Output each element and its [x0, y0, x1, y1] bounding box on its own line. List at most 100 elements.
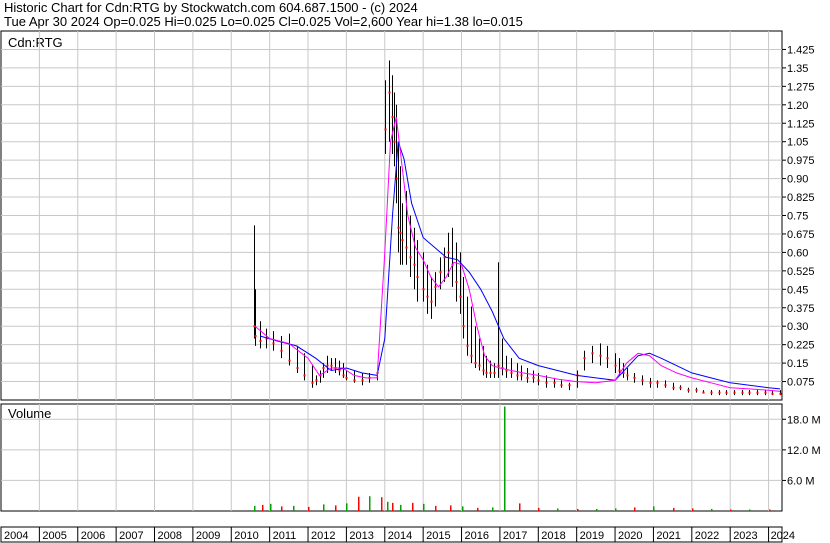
price-y-tick-label: 0.075: [787, 377, 815, 389]
volume-bar: [387, 501, 389, 511]
close-dot: [520, 374, 523, 377]
close-dot: [606, 357, 609, 360]
close-dot: [459, 295, 462, 298]
close-dot: [434, 285, 437, 288]
close-dot: [388, 91, 391, 94]
volume-bar: [519, 503, 521, 511]
close-dot: [391, 116, 394, 119]
close-dot: [482, 369, 485, 372]
volume-bar: [462, 506, 464, 511]
close-dot: [422, 288, 425, 291]
close-dot: [280, 349, 283, 352]
close-dot: [361, 379, 364, 382]
volume-bar: [335, 505, 337, 511]
close-dot: [614, 364, 617, 367]
price-y-tick-label: 0.30: [787, 321, 808, 333]
year-x-axis: 2004 2005 2006 2007 2008 2009 2010 2011 2012 2013…: [4, 527, 795, 542]
close-dot: [626, 374, 629, 377]
year-tick-label: 2021: [656, 530, 680, 542]
volume-bar: [450, 505, 452, 511]
price-y-tick-label: 1.35: [787, 63, 808, 75]
close-dot: [656, 381, 659, 384]
price-y-tick-label: 1.425: [787, 44, 815, 56]
volume-bar: [730, 509, 732, 511]
price-y-tick-label: 1.275: [787, 81, 815, 93]
close-dot: [545, 381, 548, 384]
close-dot: [413, 263, 416, 266]
close-dot: [430, 300, 433, 303]
year-tick-label: 2008: [158, 530, 182, 542]
close-dot: [455, 280, 458, 283]
close-dot: [259, 339, 262, 342]
close-dot: [326, 364, 329, 367]
close-dot: [315, 379, 318, 382]
close-dot: [426, 295, 429, 298]
volume-bar: [358, 496, 360, 511]
volume-bar: [653, 506, 655, 511]
price-grid: [1, 31, 782, 400]
year-tick-label: 2005: [42, 530, 66, 542]
close-dot: [741, 391, 744, 394]
close-dot: [725, 391, 728, 394]
year-tick-label: 2017: [503, 530, 527, 542]
close-dot: [664, 384, 667, 387]
price-y-tick-label: 0.75: [787, 211, 808, 223]
year-tick-label: 2022: [695, 530, 719, 542]
volume-y-tick-label: 6.0 M: [787, 475, 815, 487]
close-dot: [748, 391, 751, 394]
volume-bar: [412, 502, 414, 511]
close-dot: [303, 374, 306, 377]
close-dot: [439, 271, 442, 274]
year-tick-label: 2024: [771, 530, 795, 542]
year-tick-label: 2012: [311, 530, 335, 542]
volume-bar: [381, 497, 383, 511]
year-tick-label: 2020: [618, 530, 642, 542]
close-dot: [710, 391, 713, 394]
volume-bar: [615, 508, 617, 511]
price-y-tick-label: 0.675: [787, 229, 815, 241]
close-dot: [764, 391, 767, 394]
year-tick-label: 2019: [580, 530, 604, 542]
volume-bar: [400, 504, 402, 511]
volume-y-axis: 18.0 M 12.0 M 6.0 M: [782, 414, 821, 487]
close-dot: [384, 128, 387, 131]
year-tick-label: 2018: [541, 530, 565, 542]
volume-bar: [477, 507, 479, 511]
price-y-axis: 1.425 1.35 1.275 1.20 1.125 1.05 0.975 0.90 0.82…: [782, 44, 815, 389]
close-dot: [591, 352, 594, 355]
close-dot: [345, 376, 348, 379]
close-dot: [485, 371, 488, 374]
close-dot: [672, 386, 675, 389]
close-dot: [560, 384, 563, 387]
volume-bar: [423, 503, 425, 511]
close-dot: [537, 379, 540, 382]
price-y-tick-label: 0.60: [787, 247, 808, 259]
close-dot: [702, 391, 705, 394]
close-dot: [771, 392, 774, 395]
volume-bar: [692, 508, 694, 511]
volume-bar: [711, 508, 713, 511]
close-dot: [397, 226, 400, 229]
volume-bar: [504, 406, 506, 511]
volume-bar: [392, 502, 394, 511]
close-dot: [353, 379, 356, 382]
close-dot: [470, 354, 473, 357]
close-dot: [532, 376, 535, 379]
price-y-tick-label: 0.15: [787, 358, 808, 370]
price-y-tick-label: 0.90: [787, 174, 808, 186]
year-tick-label: 2006: [81, 530, 105, 542]
close-dot: [718, 391, 721, 394]
close-dot: [633, 376, 636, 379]
price-y-tick-label: 0.45: [787, 284, 808, 296]
volume-bar: [346, 503, 348, 511]
volume-bar: [254, 505, 256, 511]
volume-bar: [270, 503, 272, 511]
close-dot: [462, 325, 465, 328]
close-dot: [342, 374, 345, 377]
close-dot: [568, 384, 571, 387]
price-panel-title: Cdn:RTG: [8, 35, 63, 50]
price-y-tick-label: 1.125: [787, 118, 815, 130]
volume-bar: [262, 504, 264, 511]
volume-bar: [749, 509, 751, 511]
close-dot: [409, 256, 412, 259]
